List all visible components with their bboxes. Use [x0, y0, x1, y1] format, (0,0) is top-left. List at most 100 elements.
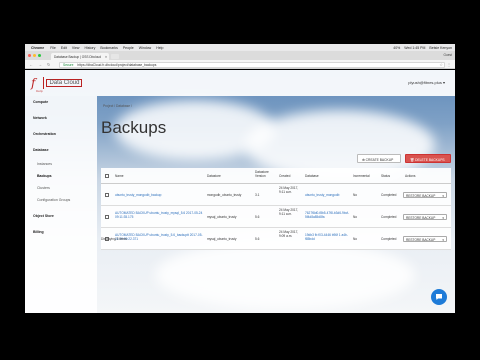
user-menu[interactable]: plyush@fitnes.plus ▾ [408, 80, 445, 85]
cell-incremental: No [353, 215, 358, 219]
table-row[interactable]: AUTOMATED BACKUP ubuntu_trusty_5.6_backu… [101, 228, 451, 250]
cell-datastore: mongodb_ubuntu_trusty [207, 193, 242, 197]
cell-status: Completed [381, 215, 397, 219]
cell-version: 5.6 [255, 215, 260, 219]
chat-widget-button[interactable] [431, 289, 447, 305]
col-created[interactable]: Created [279, 174, 290, 178]
sidebar: Compute Network Orchestration Database I… [25, 96, 97, 313]
restore-backup-button[interactable]: RESTORE BACKUP ▾ [403, 192, 447, 198]
minimize-window-icon[interactable] [33, 54, 36, 57]
backups-table: Name Datastore Datastore Version Created… [101, 168, 451, 250]
logo-corp: Corp [36, 89, 43, 93]
col-datastore-version[interactable]: Datastore Version [255, 170, 277, 178]
chevron-down-icon[interactable]: ▾ [442, 238, 444, 242]
tab-strip: Database Backup | OSS Dbcloud × Guest [25, 51, 455, 60]
product-name: Data Cloud [46, 79, 83, 87]
sidebar-item-object-store[interactable]: Object Store [33, 214, 54, 218]
chevron-down-icon[interactable]: ▾ [442, 194, 444, 198]
logo-divider [43, 77, 45, 89]
page-title: Backups [101, 118, 167, 137]
menu-help[interactable]: Help [156, 46, 163, 50]
table-footer: Displaying 3 items [101, 237, 127, 241]
backup-name-link[interactable]: AUTOMATED BACKUP ubuntu_trusty_5.6_backu… [115, 233, 203, 241]
chevron-down-icon[interactable]: ▾ [442, 216, 444, 220]
breadcrumb[interactable]: Project / Database / [103, 104, 132, 108]
logo-mark: f [31, 76, 36, 90]
battery-status: 40% [393, 45, 401, 50]
database-link[interactable]: 19db3 fb f03-4446 b96f 1 a4b-f85bdd [305, 233, 351, 241]
col-status[interactable]: Status [381, 174, 390, 178]
row-checkbox[interactable] [105, 215, 109, 219]
reload-icon[interactable]: ↻ [47, 62, 50, 67]
menu-history[interactable]: History [84, 46, 95, 50]
cell-incremental: No [353, 237, 358, 241]
col-database[interactable]: Database [305, 174, 319, 178]
sidebar-item-network[interactable]: Network [33, 116, 47, 120]
restore-backup-label: RESTORE BACKUP [406, 194, 436, 198]
restore-backup-label: RESTORE BACKUP [406, 216, 436, 220]
menu-window[interactable]: Window [139, 46, 151, 50]
address-row: ← → ↻ Secure https://dbaCloud.fr-dbcloud… [25, 60, 455, 69]
table-row[interactable]: AUTOMATED BACKUP ubuntu_trusty_mysql_5.6… [101, 206, 451, 228]
menu-app-name[interactable]: Chrome [31, 46, 44, 50]
database-link[interactable]: ubuntu_trusty_mongodb [305, 193, 351, 197]
col-name[interactable]: Name [115, 174, 124, 178]
cell-created: 24 May 2017, 9:11 a.m. [279, 186, 299, 195]
sidebar-item-instances[interactable]: Instances [37, 162, 52, 166]
app-header: f Corp Data Cloud plyush@fitnes.plus ▾ [25, 70, 455, 96]
mac-menubar: Chrome File Edit View History Bookmarks … [25, 44, 455, 51]
zoom-window-icon[interactable] [38, 54, 41, 57]
backup-name-link[interactable]: AUTOMATED BACKUP ubuntu_trusty_mysql_5.6… [115, 211, 203, 219]
browser-menu-icon[interactable]: ⋮ [447, 62, 451, 67]
restore-backup-button[interactable]: RESTORE BACKUP ▾ [403, 236, 447, 242]
cell-version: 5.6 [255, 237, 260, 241]
row-checkbox[interactable] [105, 193, 109, 197]
menu-edit[interactable]: Edit [61, 46, 67, 50]
cell-datastore: mysql_ubuntu_trusty [207, 215, 237, 219]
create-backup-button[interactable]: ⊕ CREATE BACKUP [357, 154, 401, 163]
select-all-checkbox[interactable] [105, 174, 109, 178]
cell-created: 24 May 2017, 9:11 a.m. [279, 208, 299, 217]
guest-profile[interactable]: Guest [443, 53, 452, 57]
menu-view[interactable]: View [72, 46, 80, 50]
table-header: Name Datastore Datastore Version Created… [101, 168, 451, 184]
close-tab-icon[interactable]: × [105, 55, 107, 59]
sidebar-item-clusters[interactable]: Clusters [37, 186, 50, 190]
web-page: f Corp Data Cloud plyush@fitnes.plus ▾ C… [25, 70, 455, 313]
cell-created: 24 May 2017, 9:09 a.m. [279, 230, 299, 239]
back-icon[interactable]: ← [29, 62, 33, 67]
chat-icon [436, 294, 442, 300]
close-window-icon[interactable] [28, 54, 31, 57]
sidebar-item-billing[interactable]: Billing [33, 230, 44, 234]
table-row[interactable]: ubuntu_trusty_mongodb_backup mongodb_ubu… [101, 184, 451, 206]
forward-icon[interactable]: → [38, 62, 42, 67]
database-link[interactable]: 7627f8d0-f8b5-47f8-b3d6-9bcf-5f4d8a85d8f… [305, 211, 351, 219]
bookmark-star-icon[interactable]: ☆ [439, 62, 443, 67]
browser-tab[interactable]: Database Backup | OSS Dbcloud × [51, 53, 109, 60]
restore-backup-button[interactable]: RESTORE BACKUP ▾ [403, 214, 447, 220]
backup-name-link[interactable]: ubuntu_trusty_mongodb_backup [115, 193, 203, 197]
window-controls [28, 54, 41, 57]
sidebar-item-configuration-groups[interactable]: Configuration Groups [37, 198, 70, 202]
new-tab-button[interactable] [111, 54, 119, 59]
user-name[interactable]: Betsie Kenyon [429, 46, 452, 50]
menu-file[interactable]: File [50, 46, 56, 50]
col-datastore[interactable]: Datastore [207, 174, 221, 178]
cell-incremental: No [353, 193, 358, 197]
sidebar-item-orchestration[interactable]: Orchestration [33, 132, 56, 136]
clock: Wed 1:45 PM [404, 45, 426, 50]
brand-logo[interactable]: f Corp Data Cloud [31, 76, 83, 93]
col-actions: Actions [405, 174, 416, 178]
col-incremental[interactable]: Incremental [353, 174, 370, 178]
sidebar-item-database[interactable]: Database [33, 148, 49, 152]
sidebar-item-backups[interactable]: Backups [37, 174, 52, 178]
menubar-status: 40% Wed 1:45 PM Betsie Kenyon [393, 46, 455, 50]
menu-bookmarks[interactable]: Bookmarks [100, 46, 118, 50]
cell-status: Completed [381, 237, 397, 241]
address-bar[interactable]: Secure https://dbaCloud.fr-dbcloud/proje… [59, 61, 445, 68]
delete-backups-button[interactable]: 🗑 DELETE BACKUPS [405, 154, 451, 163]
sidebar-item-compute[interactable]: Compute [33, 100, 48, 104]
restore-backup-label: RESTORE BACKUP [406, 238, 436, 242]
menu-people[interactable]: People [123, 46, 134, 50]
secure-label: Secure [63, 63, 74, 67]
